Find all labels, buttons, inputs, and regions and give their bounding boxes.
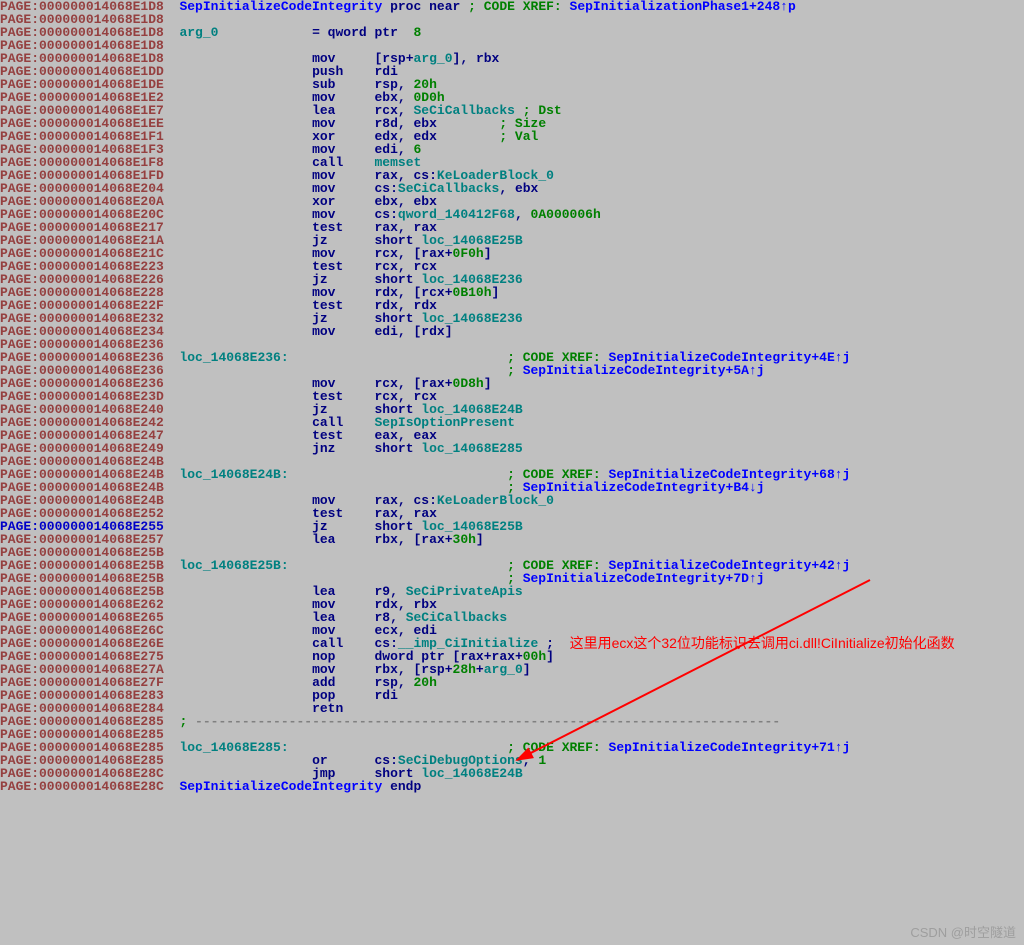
watermark: CSDN @时空隧道 bbox=[910, 926, 1016, 939]
disassembly-view: PAGE:000000014068E1D8 SepInitializeCodeI… bbox=[0, 0, 1024, 945]
asm-line: PAGE:000000014068E28C SepInitializeCodeI… bbox=[0, 780, 1024, 793]
